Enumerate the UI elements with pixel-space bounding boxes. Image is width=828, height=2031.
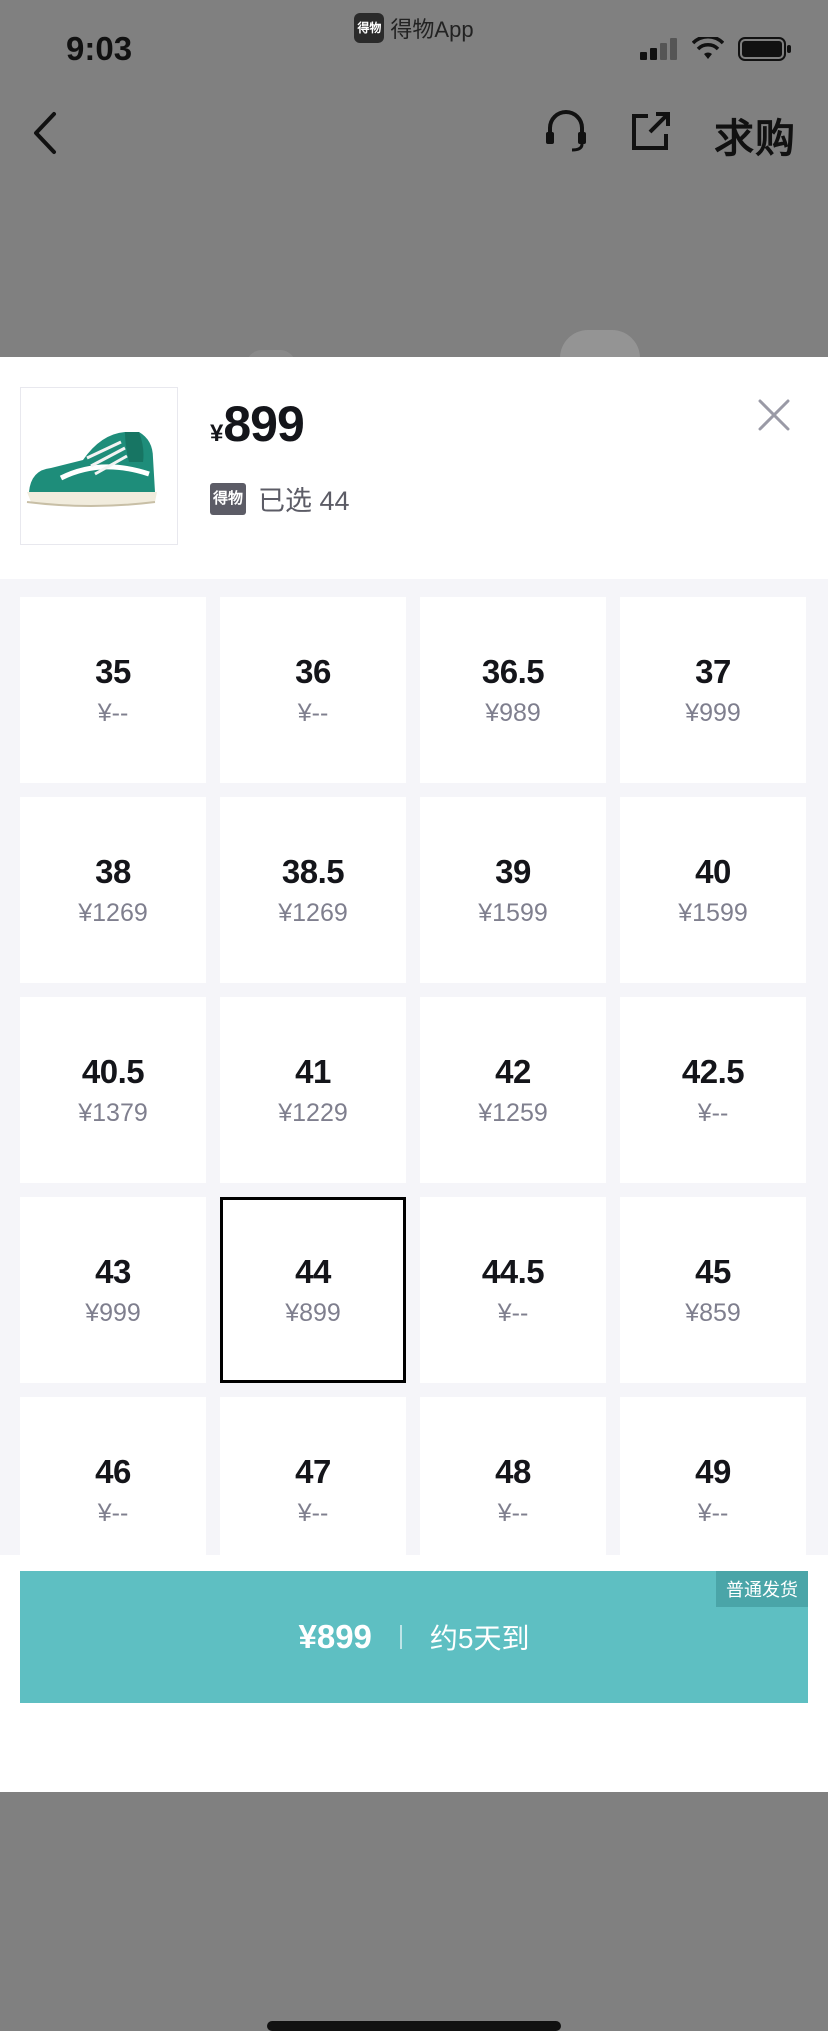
size-value: 48 — [495, 1452, 531, 1490]
app-logo-icon: 得物 — [354, 13, 385, 43]
want-buy-button[interactable]: 求购 — [714, 106, 796, 164]
size-option[interactable]: 43 ¥999 — [20, 1197, 206, 1383]
sheet-header: ¥899 得物 已选 44 — [0, 357, 828, 579]
selected-row: 得物 已选 44 — [210, 479, 350, 518]
back-icon[interactable] — [26, 108, 66, 158]
size-value: 38 — [95, 852, 131, 890]
size-price: ¥-- — [697, 1498, 729, 1527]
size-value: 35 — [95, 652, 131, 690]
size-price: ¥-- — [297, 698, 329, 727]
size-option[interactable]: 42.5 ¥-- — [620, 997, 806, 1183]
size-price: ¥-- — [497, 1498, 529, 1527]
size-option[interactable]: 38 ¥1269 — [20, 797, 206, 983]
buy-button[interactable]: ¥899 约5天到 普通发货 — [20, 1571, 808, 1703]
size-price: ¥-- — [97, 698, 129, 727]
size-price: ¥1599 — [678, 898, 748, 927]
size-price: ¥-- — [297, 1498, 329, 1527]
size-price: ¥899 — [285, 1298, 341, 1327]
size-option[interactable]: 40.5 ¥1379 — [20, 997, 206, 1183]
size-price: ¥1379 — [78, 1098, 148, 1127]
customer-service-icon[interactable] — [542, 106, 590, 154]
size-value: 39 — [495, 852, 531, 890]
size-price: ¥989 — [485, 698, 541, 727]
size-value: 44.5 — [481, 1252, 545, 1290]
size-option[interactable]: 45 ¥859 — [620, 1197, 806, 1383]
product-thumbnail — [20, 387, 178, 545]
size-option[interactable]: 41 ¥1229 — [220, 997, 406, 1183]
size-price: ¥-- — [497, 1298, 529, 1327]
sneaker-image — [26, 432, 157, 507]
size-price: ¥859 — [685, 1298, 741, 1327]
size-option[interactable]: 39 ¥1599 — [420, 797, 606, 983]
size-value: 40.5 — [81, 1052, 145, 1090]
size-price: ¥-- — [97, 1498, 129, 1527]
delivery-eta: 约5天到 — [429, 1623, 530, 1654]
size-option[interactable]: 44.5 ¥-- — [420, 1197, 606, 1383]
size-option[interactable]: 38.5 ¥1269 — [220, 797, 406, 983]
size-price: ¥999 — [685, 698, 741, 727]
size-option[interactable]: 40 ¥1599 — [620, 797, 806, 983]
size-value: 45 — [695, 1252, 731, 1290]
size-price: ¥999 — [85, 1298, 141, 1327]
size-price: ¥1229 — [278, 1098, 348, 1127]
battery-icon — [738, 37, 791, 61]
shipping-tag: 普通发货 — [716, 1571, 808, 1607]
nav-bar: 求购 — [0, 96, 828, 176]
size-picker-sheet: ¥899 得物 已选 44 35 ¥-- 36 ¥-- 36.5 ¥989 37 ¥999 38… — [0, 357, 828, 2031]
buy-price: ¥899 — [298, 1618, 372, 1655]
size-value: 43 — [95, 1252, 131, 1290]
size-value: 42.5 — [681, 1052, 745, 1090]
size-value: 40 — [695, 852, 731, 890]
size-value: 49 — [695, 1452, 731, 1490]
close-icon[interactable] — [754, 395, 794, 435]
size-value: 36.5 — [481, 652, 545, 690]
size-option[interactable]: 35 ¥-- — [20, 597, 206, 783]
size-option[interactable]: 36.5 ¥989 — [420, 597, 606, 783]
size-price: ¥1269 — [278, 898, 348, 927]
selected-price: ¥899 — [210, 395, 305, 453]
size-value: 41 — [295, 1052, 331, 1090]
size-value: 47 — [295, 1452, 331, 1490]
status-icons — [640, 36, 792, 62]
selected-size-label: 已选 44 — [258, 486, 350, 516]
dewu-badge-icon: 得物 — [210, 482, 246, 515]
size-option[interactable]: 36 ¥-- — [220, 597, 406, 783]
size-price: ¥1259 — [478, 1098, 548, 1127]
size-price: ¥1599 — [478, 898, 548, 927]
size-value: 37 — [695, 652, 731, 690]
size-value: 38.5 — [281, 852, 345, 890]
size-value: 44 — [295, 1252, 331, 1290]
size-value: 42 — [495, 1052, 531, 1090]
price-value: 899 — [223, 396, 304, 452]
status-bar: 9:03 得物 得物App — [0, 0, 828, 96]
home-indicator — [267, 2021, 561, 2031]
size-option[interactable]: 42 ¥1259 — [420, 997, 606, 1183]
buy-divider — [399, 1625, 402, 1649]
size-price: ¥1269 — [78, 898, 148, 927]
app-name: 得物App — [390, 17, 474, 42]
share-icon[interactable] — [630, 110, 672, 152]
size-option[interactable]: 37 ¥999 — [620, 597, 806, 783]
product-image-peek — [560, 330, 640, 358]
wifi-icon — [692, 37, 724, 59]
size-value: 36 — [295, 652, 331, 690]
size-option[interactable]: 44 ¥899 — [220, 1197, 406, 1383]
cellular-signal-icon — [640, 38, 677, 60]
price-symbol: ¥ — [210, 420, 224, 447]
size-price: ¥-- — [697, 1098, 729, 1127]
size-value: 46 — [95, 1452, 131, 1490]
